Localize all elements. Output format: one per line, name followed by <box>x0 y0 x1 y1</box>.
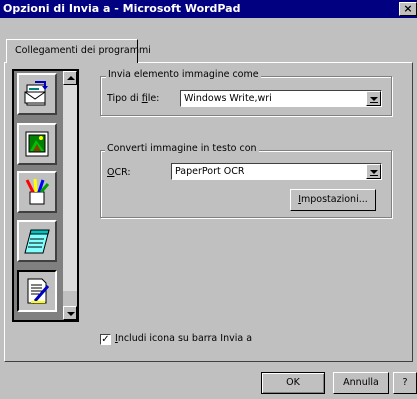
help-button[interactable]: ? <box>393 372 417 394</box>
file-type-dropdown-button[interactable] <box>366 91 381 106</box>
program-item-picture[interactable] <box>17 123 57 165</box>
scroll-down-button[interactable] <box>63 306 77 320</box>
program-list-scrollbar[interactable] <box>63 71 77 320</box>
ocr-label: OCR: <box>107 167 131 178</box>
include-icon-label: Includi icona su barra Invia a <box>115 333 253 344</box>
program-item-paint[interactable] <box>17 171 57 213</box>
ocr-select[interactable]: PaperPort OCR <box>171 163 382 180</box>
file-type-value: Windows Write,wri <box>184 93 272 104</box>
program-item-mail[interactable] <box>17 73 57 115</box>
send-to-mail-icon <box>24 81 48 106</box>
ocr-dropdown-button[interactable] <box>366 164 381 179</box>
arrow-down-icon <box>67 312 75 316</box>
chevron-down-icon <box>370 170 378 174</box>
close-icon: × <box>403 2 413 15</box>
program-item-notepad[interactable] <box>17 220 57 262</box>
ok-button[interactable]: OK <box>261 372 325 394</box>
image-group-legend: Invia elemento immagine come <box>106 69 261 80</box>
chevron-bar <box>370 175 378 176</box>
file-type-select[interactable]: Windows Write,wri <box>180 90 382 107</box>
chevron-down-icon <box>370 97 378 101</box>
arrow-up-icon <box>67 76 75 80</box>
window-title: Opzioni di Invia a - Microsoft WordPad <box>3 2 241 15</box>
ocr-group-legend: Converti immagine in testo con <box>105 143 259 154</box>
file-type-label: Tipo di file: <box>107 93 160 104</box>
settings-button[interactable]: Impostazioni... <box>290 189 376 211</box>
cancel-button[interactable]: Annulla <box>333 372 389 394</box>
ocr-value: PaperPort OCR <box>175 166 245 177</box>
scrollbar-track[interactable] <box>63 85 77 291</box>
program-icon-list[interactable] <box>12 69 79 322</box>
picture-icon <box>25 131 49 157</box>
notepad-icon <box>24 229 50 254</box>
chevron-bar <box>370 102 378 103</box>
paint-brushes-icon <box>25 178 50 205</box>
tab-program-links[interactable]: Collegamenti dei programmi <box>6 39 151 63</box>
scroll-up-button[interactable] <box>63 71 77 85</box>
wordpad-document-icon <box>27 278 50 304</box>
close-button[interactable]: × <box>399 2 417 16</box>
tab-label: Collegamenti dei programmi <box>15 45 151 56</box>
program-item-wordpad[interactable] <box>17 270 57 312</box>
include-icon-checkbox[interactable]: ✓ <box>100 334 111 345</box>
